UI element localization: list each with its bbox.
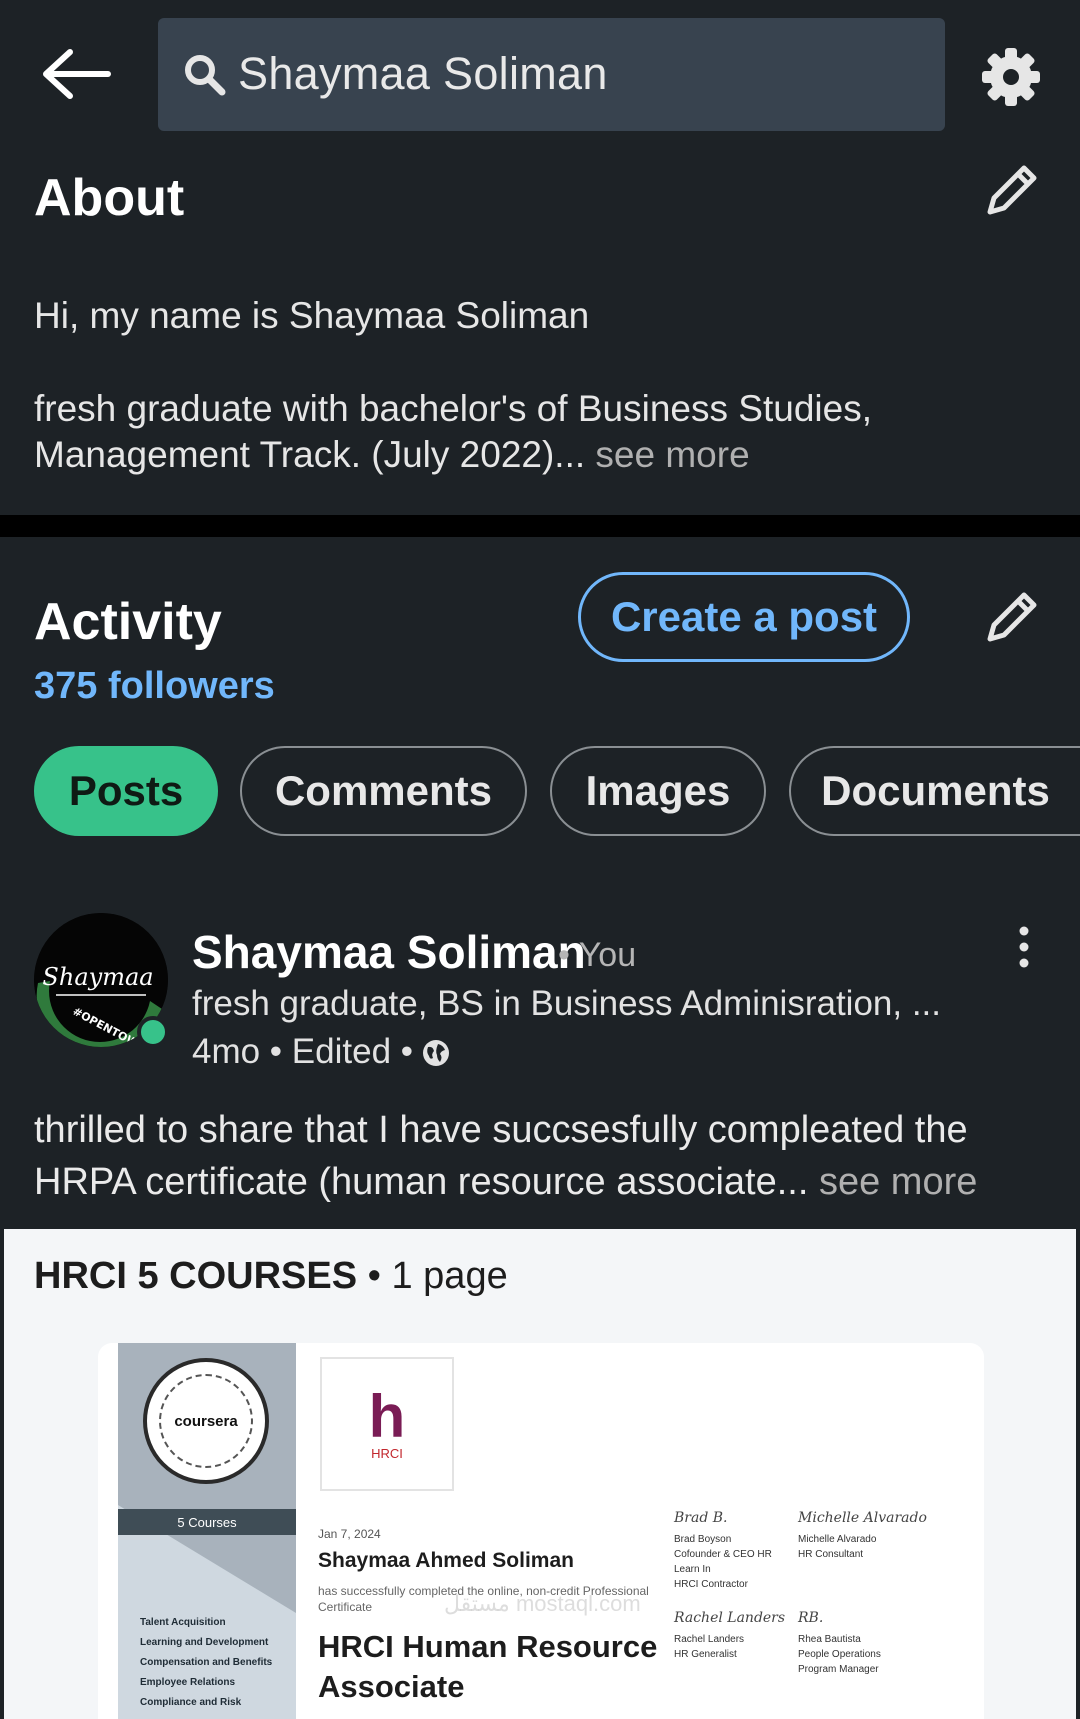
search-input[interactable]: Shaymaa Soliman	[158, 18, 945, 131]
tab-posts[interactable]: Posts	[34, 746, 218, 836]
list-item: Compensation and Benefits	[140, 1657, 273, 1668]
post-body: thrilled to share that I have succsesful…	[34, 1104, 1054, 1208]
signatory: Michelle Alvarado Michelle Alvarado HR C…	[798, 1511, 927, 1562]
signatory-line: Rhea Bautista	[798, 1634, 861, 1645]
about-intro: Hi, my name is Shaymaa Soliman	[34, 295, 590, 336]
certificate-recipient: Shaymaa Ahmed Soliman	[318, 1549, 574, 1572]
hrci-logo: h HRCI	[320, 1357, 454, 1491]
signature-mark: Michelle Alvarado	[798, 1510, 927, 1526]
signatory-line: Learn In	[674, 1564, 711, 1575]
document-name: HRCI 5 COURSES	[34, 1255, 358, 1297]
list-item: Learning and Development	[140, 1637, 269, 1648]
list-item: Compliance and Risk	[140, 1697, 242, 1708]
about-section: About Hi, my name is Shaymaa Soliman fre…	[0, 150, 1080, 515]
signatory-line: Rachel Landers	[674, 1634, 745, 1645]
more-vertical-icon[interactable]	[1008, 925, 1040, 969]
document-attachment[interactable]: HRCI 5 COURSES • 1 page coursera 5 Cours…	[4, 1229, 1076, 1719]
signatory-line: HR Generalist	[674, 1649, 737, 1660]
course-list: Talent Acquisition Learning and Developm…	[140, 1613, 272, 1713]
signatory-line: Cofounder & CEO HR	[674, 1549, 772, 1560]
signatory-line: People Operations	[798, 1649, 881, 1660]
top-bar: Shaymaa Soliman	[0, 0, 1080, 150]
list-item: Employee Relations	[140, 1677, 236, 1688]
online-status-dot	[137, 1016, 169, 1048]
post-meta-text: 4mo • Edited •	[192, 1032, 414, 1071]
search-query: Shaymaa Soliman	[238, 48, 608, 99]
signatory-line: Program Manager	[798, 1664, 879, 1675]
coursera-seal-icon: coursera	[143, 1358, 269, 1484]
post-headline: fresh graduate, BS in Business Adminisra…	[192, 984, 941, 1023]
post-see-more-link[interactable]: see more	[808, 1161, 977, 1203]
create-post-button[interactable]: Create a post	[578, 572, 910, 662]
pencil-icon[interactable]	[980, 585, 1044, 649]
document-pages: • 1 page	[357, 1255, 508, 1297]
back-arrow-icon[interactable]	[38, 42, 118, 106]
signature-mark: RB.	[798, 1610, 824, 1626]
coursera-logo-text: coursera	[159, 1374, 253, 1468]
about-title: About	[34, 169, 185, 227]
activity-title: Activity	[34, 593, 222, 651]
section-divider	[0, 515, 1080, 537]
watermark: مستقل mostaql.com	[444, 1591, 641, 1616]
globe-icon	[421, 1037, 451, 1067]
certificate-date: Jan 7, 2024	[318, 1527, 381, 1541]
signatory: RB. Rhea Bautista People Operations Prog…	[798, 1611, 881, 1677]
signatory-line: Michelle Alvarado	[798, 1534, 877, 1545]
document-title: HRCI 5 COURSES • 1 page	[34, 1255, 508, 1298]
signatory: Rachel Landers Rachel Landers HR General…	[674, 1611, 785, 1662]
hrci-logo-label: HRCI	[371, 1445, 403, 1461]
pencil-icon[interactable]	[980, 158, 1044, 222]
avatar-name-text: Shaymaa	[42, 963, 153, 991]
signatory-line: HR Consultant	[798, 1549, 864, 1560]
signatory-line: Brad Boyson	[674, 1534, 732, 1545]
signatory: Brad B. Brad Boyson Cofounder & CEO HR L…	[674, 1511, 772, 1592]
about-summary: fresh graduate with bachelor's of Busine…	[34, 386, 1034, 478]
signatory-line: HRCI Contractor	[674, 1579, 748, 1590]
about-see-more-link[interactable]: see more	[585, 434, 749, 475]
hrci-logo-letter: h	[368, 1382, 406, 1450]
signature-mark: Rachel Landers	[674, 1610, 786, 1626]
tab-images[interactable]: Images	[550, 746, 766, 836]
post-author[interactable]: Shaymaa Soliman	[192, 925, 586, 979]
post-relation: • You	[558, 936, 637, 974]
list-item: Talent Acquisition	[140, 1617, 226, 1628]
tab-documents[interactable]: Documents	[789, 746, 1080, 836]
certificate-course: HRCI Human Resource Associate	[318, 1629, 658, 1704]
search-icon	[182, 52, 228, 98]
tab-comments[interactable]: Comments	[240, 746, 527, 836]
signature-mark: Brad B.	[674, 1510, 728, 1526]
post-meta: 4mo • Edited •	[192, 1032, 451, 1072]
gear-icon[interactable]	[978, 44, 1044, 110]
followers-count[interactable]: 375 followers	[34, 665, 275, 708]
certificate-preview: coursera 5 Courses Talent Acquisition Le…	[98, 1343, 984, 1719]
courses-count-band: 5 Courses	[118, 1509, 296, 1535]
